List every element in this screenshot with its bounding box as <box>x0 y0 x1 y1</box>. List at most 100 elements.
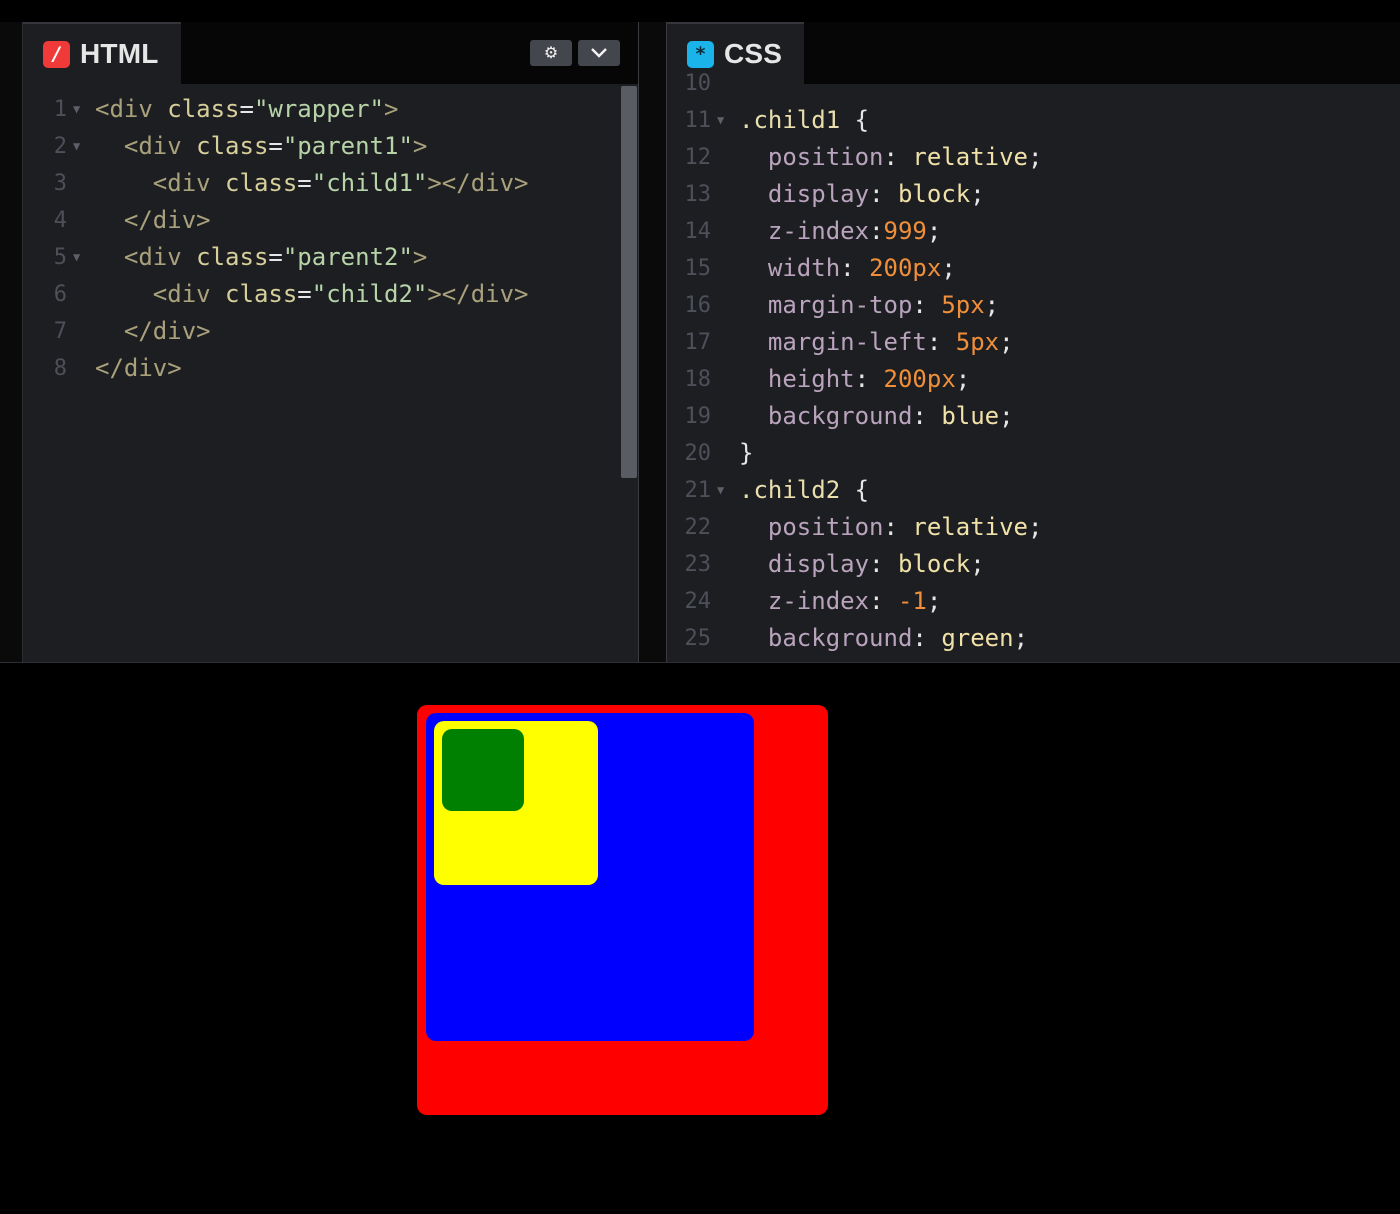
panel-resizer[interactable] <box>638 22 666 662</box>
result-preview <box>0 691 1400 1214</box>
code-token: <div <box>95 95 168 123</box>
preview-divider[interactable] <box>0 662 1400 692</box>
code-token: -1 <box>897 587 927 615</box>
code-token: z-index <box>767 587 870 615</box>
code-token: relative <box>912 513 1028 541</box>
code-token: .child2 <box>739 476 855 504</box>
code-line[interactable]: 23 display: block; <box>667 546 1400 583</box>
code-line[interactable]: 2 ▼ <div class="parent1"> <box>23 128 638 165</box>
fold-arrow-icon[interactable]: ▼ <box>73 128 80 165</box>
code-line[interactable]: 25 background: green; <box>667 620 1400 657</box>
line-number: 14 <box>684 219 712 244</box>
code-token: ; <box>1013 624 1029 652</box>
code-line[interactable]: 13 display: block; <box>667 176 1400 213</box>
code-line[interactable]: 16 margin-top: 5px; <box>667 287 1400 324</box>
fold-arrow-icon[interactable]: ▼ <box>73 239 80 276</box>
html-tab-bar: / HTML ⚙ <box>23 22 638 84</box>
line-number: 24 <box>684 589 712 614</box>
code-token: 5px <box>941 291 985 319</box>
code-line[interactable]: 22 position: relative; <box>667 509 1400 546</box>
settings-button[interactable]: ⚙ <box>530 40 572 66</box>
code-line[interactable]: 3 <div class="child1"></div> <box>23 165 638 202</box>
code-token: 5px <box>955 328 1000 356</box>
code-line[interactable]: 12 position: relative; <box>667 139 1400 176</box>
line-number: 11 <box>684 108 712 133</box>
code-token: height <box>767 365 855 393</box>
line-number: 10 <box>684 71 712 96</box>
code-token: background <box>767 624 913 652</box>
code-text: width: 200px; <box>739 250 956 287</box>
line-number: 18 <box>684 367 712 392</box>
code-token: : <box>840 254 870 282</box>
code-line[interactable]: 8 </div> <box>23 350 638 387</box>
code-line[interactable]: 1 ▼ <div class="wrapper"> <box>23 91 638 128</box>
code-token: > <box>384 95 399 123</box>
line-number: 4 <box>53 208 67 233</box>
code-token: class <box>196 132 269 160</box>
left-edge-strip <box>0 22 22 662</box>
code-line[interactable]: 20} <box>667 435 1400 472</box>
line-number: 23 <box>684 552 712 577</box>
html-slash-icon: / <box>43 40 70 68</box>
code-token: block <box>897 180 971 208</box>
code-token: class <box>167 95 240 123</box>
code-line[interactable]: 17 margin-left: 5px; <box>667 324 1400 361</box>
code-token: class <box>225 280 298 308</box>
line-number: 8 <box>53 356 67 381</box>
code-token: class <box>225 169 298 197</box>
html-editor-scrollbar[interactable] <box>621 86 637 478</box>
code-token: = <box>297 280 312 308</box>
code-token: display <box>767 180 870 208</box>
code-token: : <box>883 143 913 171</box>
code-token: "child2" <box>311 280 428 308</box>
code-text: <div class="parent2"> <box>95 239 427 276</box>
code-line[interactable]: 4 </div> <box>23 202 638 239</box>
html-editor-panel: / HTML ⚙ 1 ▼ <div class="wrapper"> 2 ▼ <div … <box>22 22 639 662</box>
code-line[interactable]: 6 <div class="child2"></div> <box>23 276 638 313</box>
code-text: height: 200px; <box>739 361 970 398</box>
code-text: <div class="parent1"> <box>95 128 427 165</box>
html-code-editor[interactable]: 1 ▼ <div class="wrapper"> 2 ▼ <div class="pa… <box>23 84 638 662</box>
code-token: ; <box>999 328 1014 356</box>
code-token: ></div> <box>427 280 529 308</box>
code-line[interactable]: 15 width: 200px; <box>667 250 1400 287</box>
code-line[interactable]: 14 z-index:999; <box>667 213 1400 250</box>
code-token: z-index <box>767 217 870 245</box>
code-token: ; <box>984 291 1000 319</box>
code-token: = <box>239 95 254 123</box>
fold-arrow-icon[interactable]: ▼ <box>717 102 724 139</box>
code-token: ; <box>955 365 971 393</box>
fold-arrow-icon[interactable]: ▼ <box>73 91 80 128</box>
code-token: <div <box>123 132 197 160</box>
code-token: ; <box>1028 513 1043 541</box>
css-code-editor[interactable]: 10 11 ▼ .child1 {12 position: relative; 13 d… <box>667 71 1400 662</box>
code-line[interactable]: 11 ▼ .child1 { <box>667 102 1400 139</box>
code-line[interactable]: 19 background: blue; <box>667 398 1400 435</box>
code-line[interactable]: 18 height: 200px; <box>667 361 1400 398</box>
code-token: : <box>854 365 884 393</box>
code-token: = <box>268 243 283 271</box>
code-line[interactable]: 24 z-index: -1; <box>667 583 1400 620</box>
code-text: position: relative; <box>739 509 1043 546</box>
code-text: z-index: -1; <box>739 583 941 620</box>
collapse-button[interactable] <box>578 40 620 66</box>
code-token: } <box>739 439 754 467</box>
code-token: ; <box>970 180 985 208</box>
code-text: margin-top: 5px; <box>739 287 999 324</box>
code-token: blue <box>941 402 1000 430</box>
code-line[interactable]: 7 </div> <box>23 313 638 350</box>
child2-box-green <box>442 729 524 811</box>
line-number: 15 <box>684 256 712 281</box>
code-text: </div> <box>95 202 211 239</box>
line-number: 5 <box>53 245 67 270</box>
code-text: position: relative; <box>739 139 1043 176</box>
code-token: <div <box>152 280 226 308</box>
code-line[interactable]: 10 <box>667 65 1400 102</box>
fold-arrow-icon[interactable]: ▼ <box>717 472 724 509</box>
code-line[interactable]: 5 ▼ <div class="parent2"> <box>23 239 638 276</box>
code-text: margin-left: 5px; <box>739 324 1014 361</box>
code-text: z-index:999; <box>739 213 941 250</box>
html-tab[interactable]: / HTML <box>23 22 181 84</box>
code-line[interactable]: 21 ▼ .child2 { <box>667 472 1400 509</box>
code-text: .child1 { <box>739 102 869 139</box>
